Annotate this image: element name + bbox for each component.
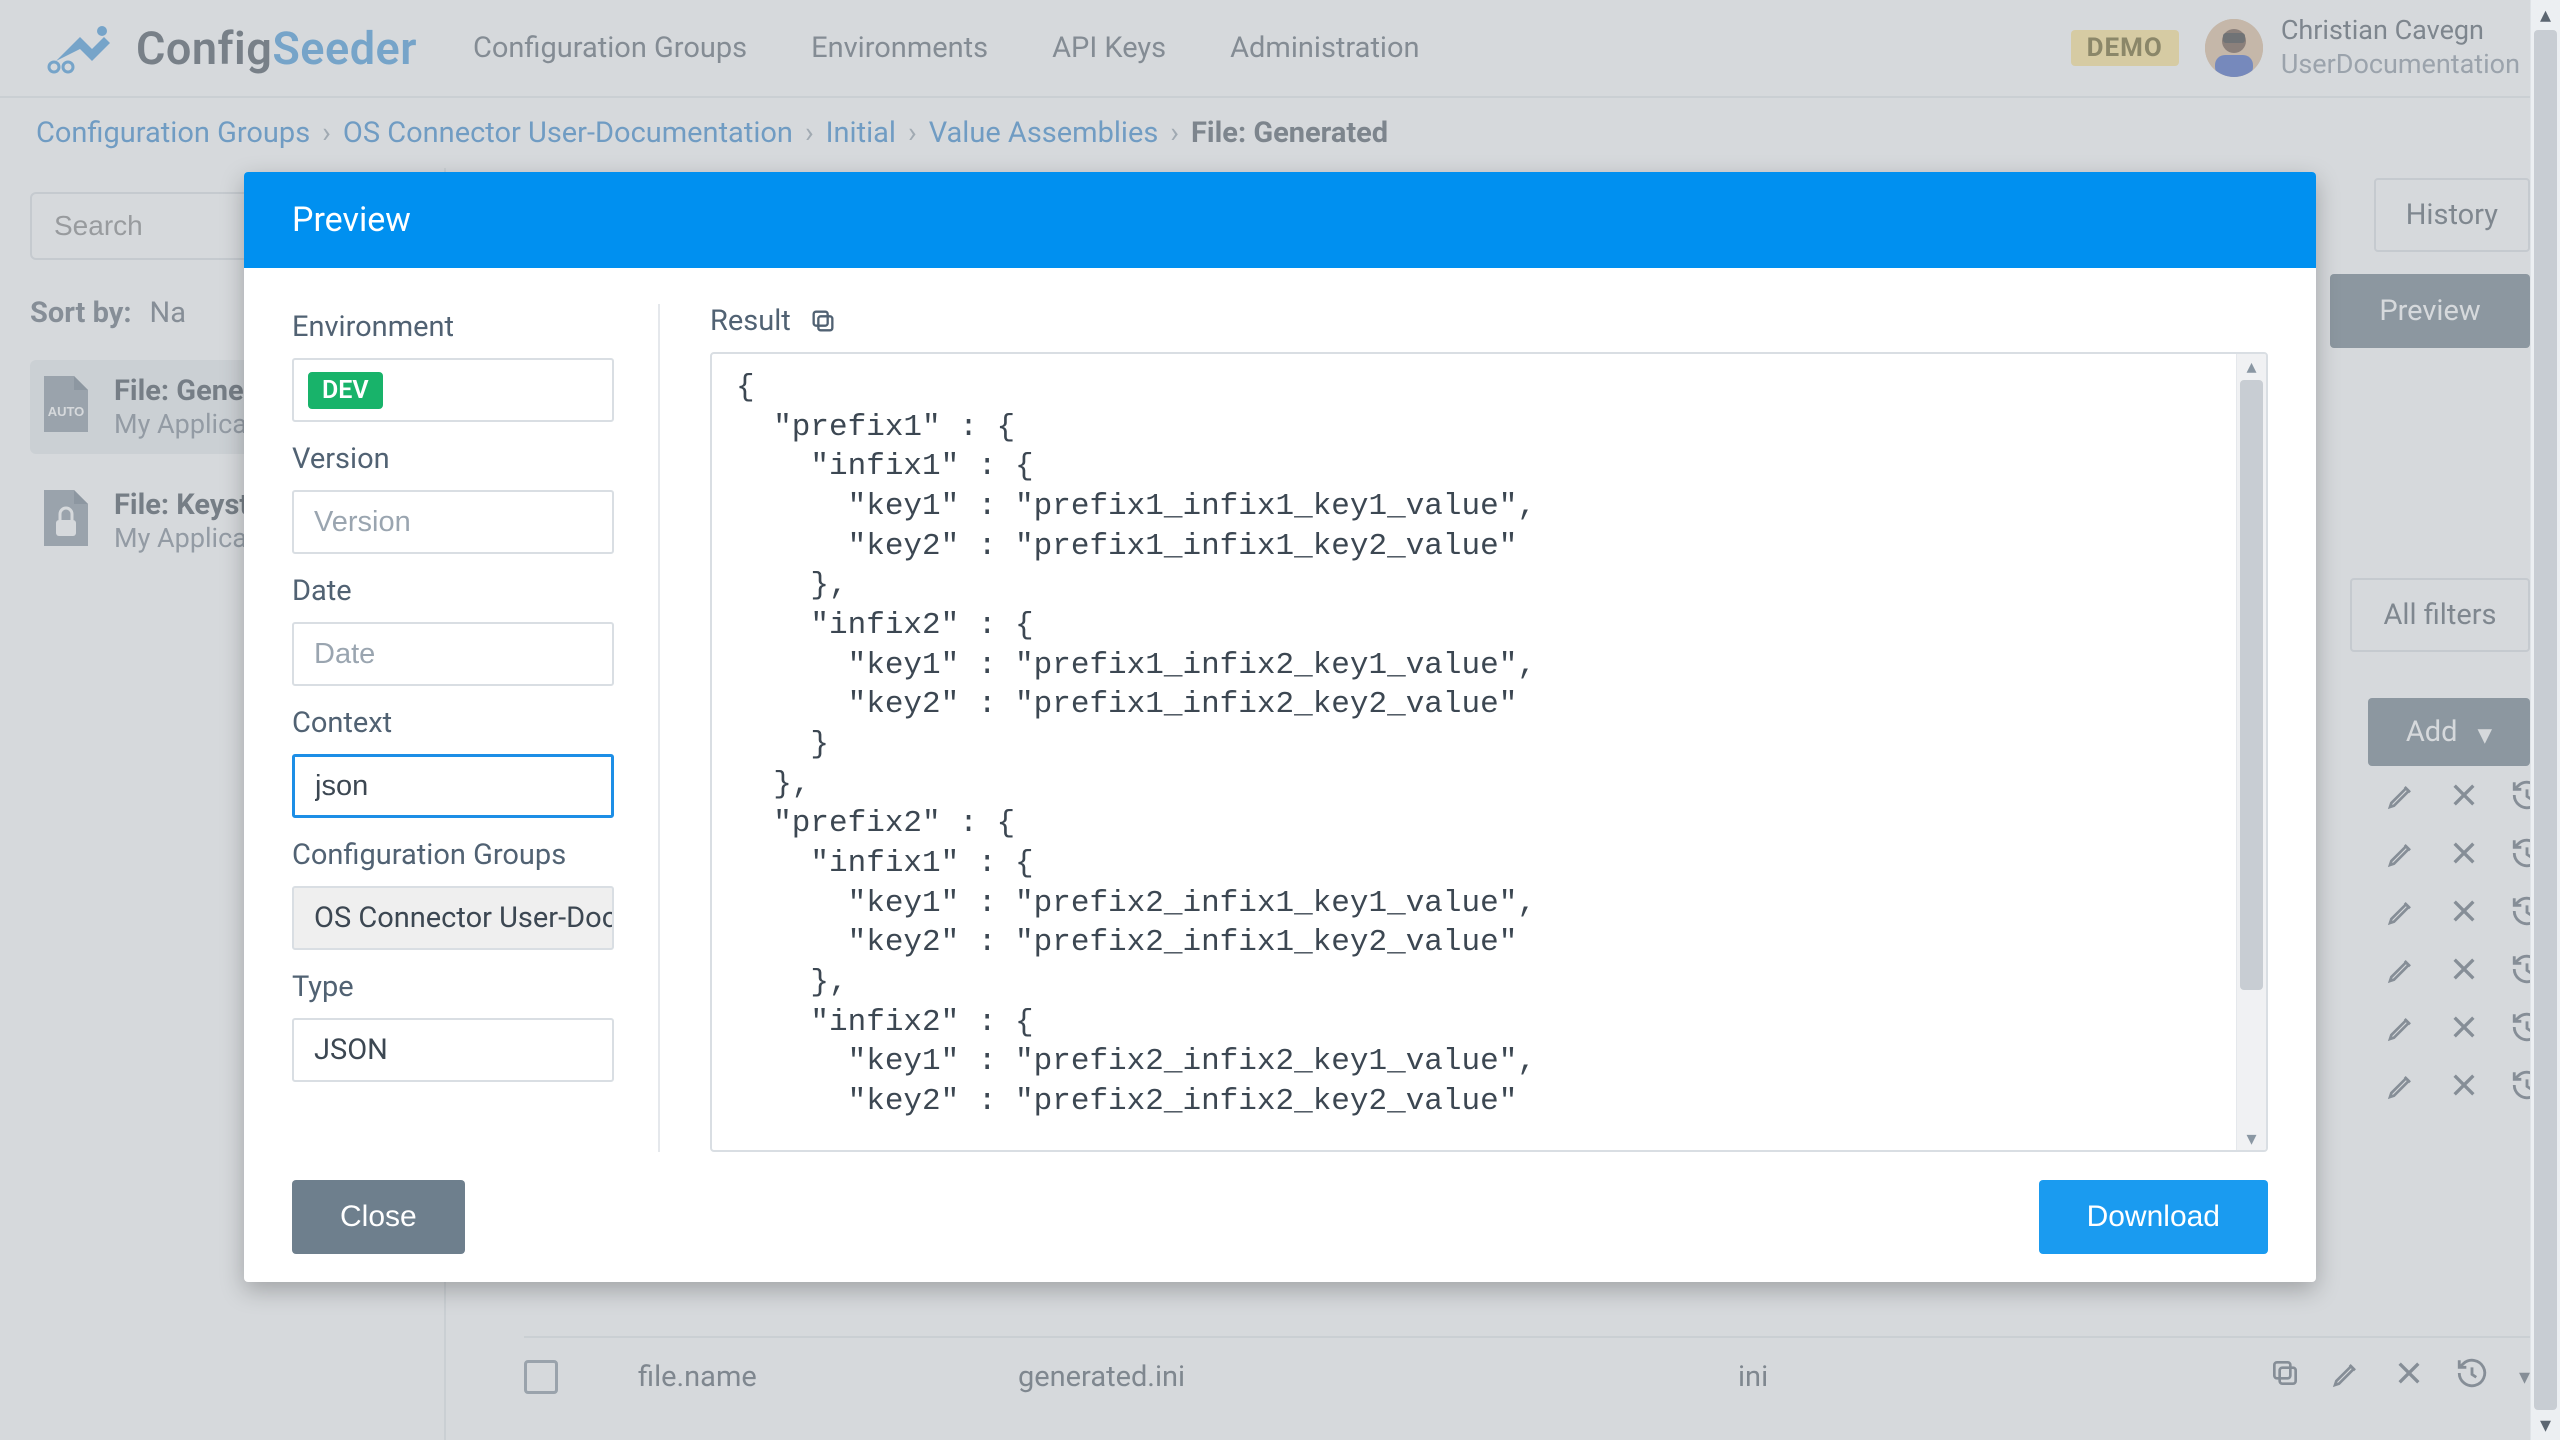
- scroll-up-icon[interactable]: ▴: [2237, 354, 2266, 378]
- scroll-thumb[interactable]: [2240, 380, 2263, 990]
- result-textarea[interactable]: { "prefix1" : { "infix1" : { "key1" : "p…: [710, 352, 2268, 1152]
- label-date: Date: [292, 574, 614, 608]
- modal-form: Environment DEV Version Date Context Con…: [292, 304, 660, 1152]
- result-content: { "prefix1" : { "infix1" : { "key1" : "p…: [712, 354, 2236, 1150]
- context-input[interactable]: [292, 754, 614, 818]
- scroll-down-icon[interactable]: ▾: [2531, 1410, 2560, 1440]
- label-environment: Environment: [292, 310, 614, 344]
- scroll-down-icon[interactable]: ▾: [2237, 1126, 2266, 1150]
- download-button[interactable]: Download: [2039, 1180, 2268, 1254]
- preview-modal: Preview Environment DEV Version Date Con…: [244, 172, 2316, 1282]
- env-badge-dev: DEV: [308, 372, 383, 409]
- result-scrollbar[interactable]: ▴ ▾: [2236, 354, 2266, 1150]
- environment-select[interactable]: DEV: [292, 358, 614, 422]
- config-groups-select[interactable]: OS Connector User-Docum: [292, 886, 614, 950]
- label-context: Context: [292, 706, 614, 740]
- label-version: Version: [292, 442, 614, 476]
- label-result: Result: [710, 304, 791, 338]
- modal-title: Preview: [244, 172, 2316, 268]
- type-select[interactable]: JSON: [292, 1018, 614, 1082]
- copy-icon[interactable]: [809, 307, 837, 335]
- close-button[interactable]: Close: [292, 1180, 465, 1254]
- label-config-groups: Configuration Groups: [292, 838, 614, 872]
- label-type: Type: [292, 970, 614, 1004]
- page-scrollbar[interactable]: ▴ ▾: [2530, 0, 2560, 1440]
- scroll-thumb[interactable]: [2534, 30, 2557, 1410]
- version-input[interactable]: [292, 490, 614, 554]
- date-input[interactable]: [292, 622, 614, 686]
- scroll-up-icon[interactable]: ▴: [2531, 0, 2560, 30]
